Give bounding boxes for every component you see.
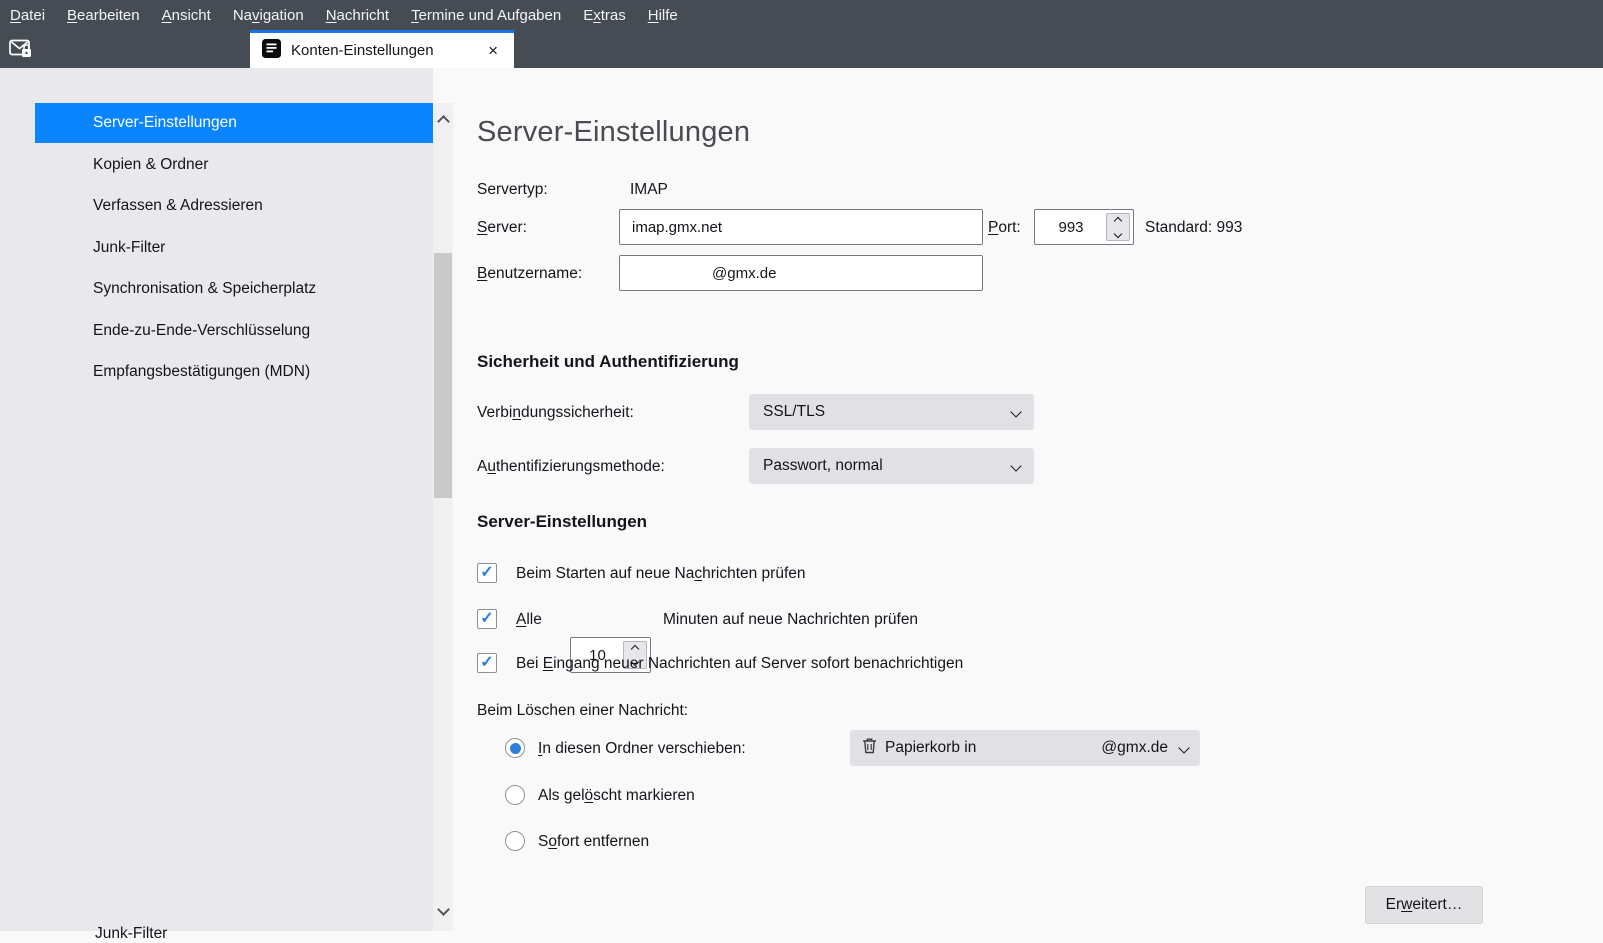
scrollbar-thumb[interactable] (434, 253, 452, 498)
auth-method-value: Passwort, normal (763, 457, 1012, 475)
server-settings-section-title: Server-Einstellungen (477, 512, 647, 532)
menu-extras[interactable]: Extras (583, 7, 626, 24)
servertyp-label: Servertyp: (477, 181, 548, 199)
sidebar-item-server-einstellungen[interactable]: Server-Einstellungen (35, 103, 433, 143)
close-icon[interactable]: × (484, 40, 502, 61)
connection-security-select[interactable]: SSL/TLS (749, 394, 1034, 430)
spin-up-icon[interactable] (1107, 214, 1129, 227)
connection-security-value: SSL/TLS (763, 403, 1012, 421)
port-spin-buttons (1106, 213, 1130, 241)
chevron-down-icon (1010, 406, 1021, 417)
page-title: Server-Einstellungen (477, 116, 750, 149)
auth-method-select[interactable]: Passwort, normal (749, 448, 1034, 484)
menu-navigation[interactable]: Navigation (233, 7, 304, 24)
checkmark-icon: ✓ (480, 655, 493, 671)
verbindungssicherheit-label: Verbindungssicherheit: (477, 404, 634, 422)
benutzername-input[interactable] (619, 255, 983, 291)
menu-termine-und-aufgaben[interactable]: Termine und Aufgaben (411, 7, 561, 24)
server-input[interactable] (619, 209, 983, 245)
settings-sidebar: Server-Einstellungen Kopien & Ordner Ver… (0, 68, 433, 931)
sidebar-item-kopien-ordner[interactable]: Kopien & Ordner (35, 145, 433, 185)
checkmark-icon: ✓ (480, 611, 493, 627)
benutzername-label: Benutzername: (477, 265, 582, 283)
mark-deleted-radio[interactable] (505, 785, 525, 805)
delete-section-label: Beim Löschen einer Nachricht: (477, 702, 688, 720)
content-area: Server-Einstellungen Kopien & Ordner Ver… (0, 68, 1603, 931)
move-to-folder-radio[interactable] (505, 738, 525, 758)
sidebar-item-verfassen-adressieren[interactable]: Verfassen & Adressieren (35, 186, 433, 226)
erweitert-button[interactable]: Erweitert… (1365, 886, 1483, 924)
mail-space-icon[interactable] (9, 39, 33, 59)
spin-down-icon[interactable] (1107, 227, 1129, 240)
security-section-title: Sicherheit und Authentifizierung (477, 352, 739, 372)
check-on-start-checkbox[interactable]: ✓ (477, 563, 497, 583)
check-interval-checkbox[interactable]: ✓ (477, 609, 497, 629)
mark-deleted-label[interactable]: Als gelöscht markieren (538, 787, 695, 805)
tab-bar: Konten-Einstellungen × (0, 30, 1603, 68)
port-standard-label: Standard: 993 (1145, 219, 1242, 237)
sidebar-item-partial-junk-filter[interactable]: Junk-Filter (95, 925, 167, 943)
server-label: Server: (477, 219, 527, 237)
menu-nachricht[interactable]: Nachricht (326, 7, 389, 24)
remove-immediately-label[interactable]: Sofort entfernen (538, 833, 649, 851)
radio-selected-dot (510, 743, 521, 754)
sidebar-scrollbar[interactable] (433, 103, 453, 931)
move-to-folder-label[interactable]: In diesen Ordner verschieben: (538, 740, 746, 758)
checkmark-icon: ✓ (480, 565, 493, 581)
servertyp-value: IMAP (630, 181, 668, 199)
trash-folder-select[interactable]: Papierkorb in @gmx.de (850, 730, 1200, 766)
authentifizierungsmethode-label: Authentifizierungsmethode: (477, 458, 665, 476)
tab-konten-einstellungen[interactable]: Konten-Einstellungen × (250, 30, 514, 68)
menu-bearbeiten[interactable]: Bearbeiten (67, 7, 140, 24)
chevron-down-icon (1178, 742, 1189, 753)
tab-title: Konten-Einstellungen (291, 42, 484, 59)
sidebar-item-junk-filter[interactable]: Junk-Filter (35, 228, 433, 268)
account-settings-tab-icon (262, 39, 281, 63)
scroll-up-icon[interactable] (439, 113, 448, 131)
check-interval-alle-label[interactable]: Alle (516, 611, 542, 629)
sidebar-nav-list: Server-Einstellungen Kopien & Ordner Ver… (35, 103, 433, 388)
sidebar-item-ende-zu-ende-verschluesselung[interactable]: Ende-zu-Ende-Verschlüsselung (35, 311, 433, 351)
menu-ansicht[interactable]: Ansicht (162, 7, 211, 24)
chevron-down-icon (1010, 460, 1021, 471)
scroll-down-icon[interactable] (439, 901, 448, 919)
remove-immediately-radio[interactable] (505, 831, 525, 851)
push-notify-label[interactable]: Bei Eingang neuer Nachrichten auf Server… (516, 655, 963, 673)
menu-hilfe[interactable]: Hilfe (648, 7, 678, 24)
menu-bar: Datei Bearbeiten Ansicht Navigation Nach… (0, 0, 1603, 30)
push-notify-checkbox[interactable]: ✓ (477, 653, 497, 673)
menu-datei[interactable]: Datei (10, 7, 45, 24)
sidebar-item-synchronisation-speicherplatz[interactable]: Synchronisation & Speicherplatz (35, 269, 433, 309)
spin-up-icon[interactable] (624, 642, 646, 655)
check-on-start-label[interactable]: Beim Starten auf neue Nachrichten prüfen (516, 565, 806, 583)
trash-folder-prefix: Papierkorb in (885, 739, 976, 757)
port-label: Port: (988, 219, 1021, 237)
port-spinner[interactable]: 993 (1034, 209, 1134, 245)
check-interval-suffix-label[interactable]: Minuten auf neue Nachrichten prüfen (663, 611, 918, 629)
server-settings-panel: Server-Einstellungen Servertyp: IMAP Ser… (453, 68, 1603, 931)
trash-icon (862, 737, 877, 759)
trash-folder-suffix: @gmx.de (1101, 739, 1168, 757)
sidebar-item-empfangsbestaetigungen[interactable]: Empfangsbestätigungen (MDN) (35, 352, 433, 388)
